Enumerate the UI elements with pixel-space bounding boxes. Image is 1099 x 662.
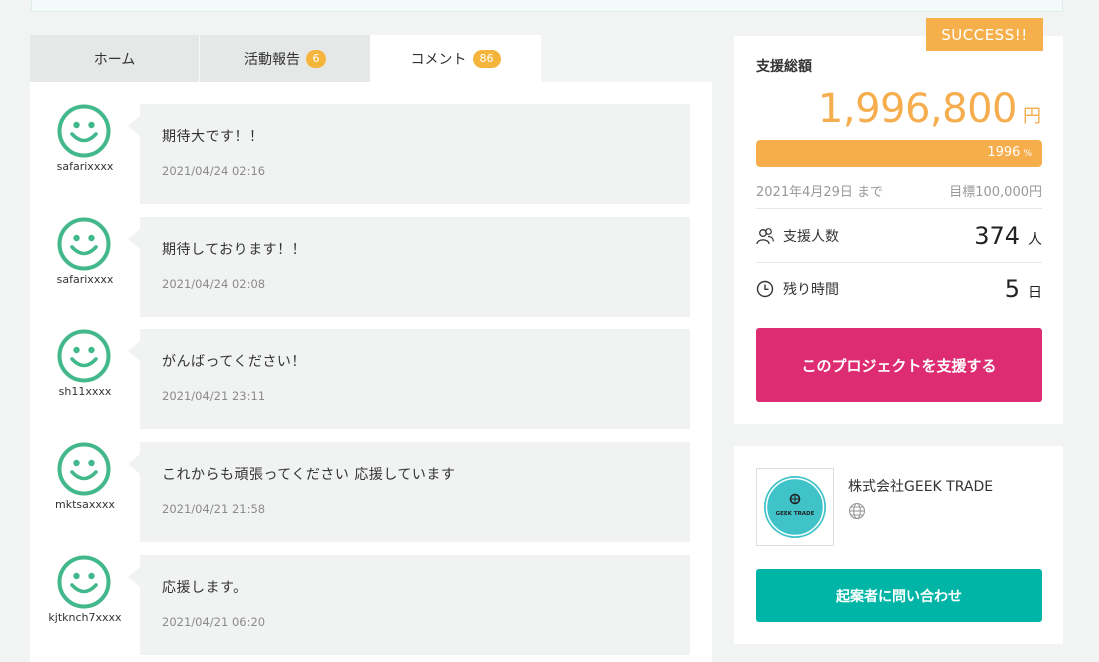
comment-item: sh11xxxx がんばってください！ 2021/04/21 23:11 xyxy=(30,329,712,429)
globe-icon[interactable] xyxy=(848,502,866,520)
comment-item: safarixxxx 期待しております！！ 2021/04/24 02:08 xyxy=(30,217,712,317)
total-amount: 1,996,800 円 xyxy=(818,86,1041,132)
clock-icon xyxy=(756,280,774,298)
tab-comments[interactable]: コメント 86 xyxy=(370,35,541,82)
comment-bubble: がんばってください！ 2021/04/21 23:11 xyxy=(128,329,690,429)
company-logo[interactable]: GEEK TRADE xyxy=(756,468,834,546)
total-support-label: 支援総額 xyxy=(756,59,812,75)
tab-home[interactable]: ホーム xyxy=(30,35,200,82)
tab-home-label: ホーム xyxy=(93,51,136,68)
activity-count-badge: 6 xyxy=(306,49,326,68)
project-owner-card: GEEK TRADE 株式会社GEEK TRADE 起案者に問い合わせ xyxy=(734,446,1063,644)
support-project-button[interactable]: このプロジェクトを支援する xyxy=(756,328,1042,402)
smiley-avatar-icon xyxy=(57,555,111,609)
people-icon xyxy=(756,228,774,245)
comment-list: safarixxxx 期待大です！！ 2021/04/24 02:16 safa… xyxy=(30,82,712,662)
remaining-label: 残り時間 xyxy=(783,282,839,298)
tabs-spacer xyxy=(541,35,712,82)
amount-currency: 円 xyxy=(1023,106,1041,127)
comment-date: 2021/04/24 02:16 xyxy=(162,164,266,178)
goal-text: 目標100,000円 xyxy=(949,185,1042,200)
comment-text: がんばってください！ xyxy=(162,354,306,370)
supporters-row: 支援人数 374 人 xyxy=(756,221,1042,251)
success-badge: SUCCESS!! xyxy=(926,18,1043,51)
tab-comments-label: コメント xyxy=(410,51,467,68)
supporters-unit: 人 xyxy=(1028,232,1042,248)
remaining-unit: 日 xyxy=(1028,285,1042,301)
progress-percent: 1996% xyxy=(987,145,1032,160)
comment-date: 2021/04/21 23:11 xyxy=(162,389,266,403)
comment-text: 期待しております！！ xyxy=(162,242,307,258)
comment-item: safarixxxx 期待大です！！ 2021/04/24 02:16 xyxy=(30,104,712,204)
comment-item: kjtknch7xxxx 応援します。 2021/04/21 06:20 xyxy=(30,555,712,655)
company-name[interactable]: 株式会社GEEK TRADE xyxy=(848,476,993,496)
contact-owner-button[interactable]: 起案者に問い合わせ xyxy=(756,569,1042,622)
comment-text: これからも頑張ってください 応援しています xyxy=(162,467,456,483)
remaining-value: 5 xyxy=(1004,275,1020,303)
comment-date: 2021/04/24 02:08 xyxy=(162,277,266,291)
comment-text: 期待大です！！ xyxy=(162,129,264,145)
progress-percent-value: 1996 xyxy=(987,145,1021,160)
geek-trade-logo-icon: GEEK TRADE xyxy=(764,476,826,538)
comment-bubble: これからも頑張ってください 応援しています 2021/04/21 21:58 xyxy=(128,442,690,542)
comment-username: mktsaxxxx xyxy=(55,498,115,511)
funding-progress-fill: 1996% xyxy=(756,140,1042,167)
tab-activity-label: 活動報告 xyxy=(244,51,300,68)
comment-date: 2021/04/21 21:58 xyxy=(162,502,266,516)
comment-item: mktsaxxxx これからも頑張ってください 応援しています 2021/04/… xyxy=(30,442,712,542)
deadline-text: 2021年4月29日 まで xyxy=(756,185,884,200)
comment-text: 応援します。 xyxy=(162,580,248,596)
funding-summary-card: 支援総額 1,996,800 円 1996% 2021年4月29日 まで 目標1… xyxy=(734,36,1063,424)
tab-activity-reports[interactable]: 活動報告 6 xyxy=(200,35,370,82)
comment-date: 2021/04/21 06:20 xyxy=(162,615,266,629)
supporters-label: 支援人数 xyxy=(783,229,839,245)
comment-username: sh11xxxx xyxy=(58,385,112,398)
svg-text:GEEK TRADE: GEEK TRADE xyxy=(776,511,815,517)
funding-progress-bar: 1996% xyxy=(756,140,1042,167)
comment-username: safarixxxx xyxy=(56,273,114,286)
divider xyxy=(756,262,1042,263)
comment-count-badge: 86 xyxy=(472,49,501,68)
comment-bubble: 期待大です！！ 2021/04/24 02:16 xyxy=(128,104,690,204)
funding-meta: 2021年4月29日 まで 目標100,000円 xyxy=(756,181,1042,200)
project-tabs: ホーム 活動報告 6 コメント 86 xyxy=(30,35,712,82)
remaining-time-row: 残り時間 5 日 xyxy=(756,274,1042,304)
smiley-avatar-icon xyxy=(57,442,111,496)
smiley-avatar-icon xyxy=(57,104,111,158)
supporters-count: 374 xyxy=(974,222,1020,250)
progress-percent-unit: % xyxy=(1023,149,1032,159)
top-banner-strip xyxy=(31,0,1063,12)
comment-username: kjtknch7xxxx xyxy=(48,611,122,624)
comment-bubble: 応援します。 2021/04/21 06:20 xyxy=(128,555,690,655)
comment-username: safarixxxx xyxy=(56,160,114,173)
smiley-avatar-icon xyxy=(57,217,111,271)
amount-value: 1,996,800 xyxy=(817,86,1018,132)
comment-bubble: 期待しております！！ 2021/04/24 02:08 xyxy=(128,217,690,317)
divider xyxy=(756,208,1042,209)
smiley-avatar-icon xyxy=(57,329,111,383)
